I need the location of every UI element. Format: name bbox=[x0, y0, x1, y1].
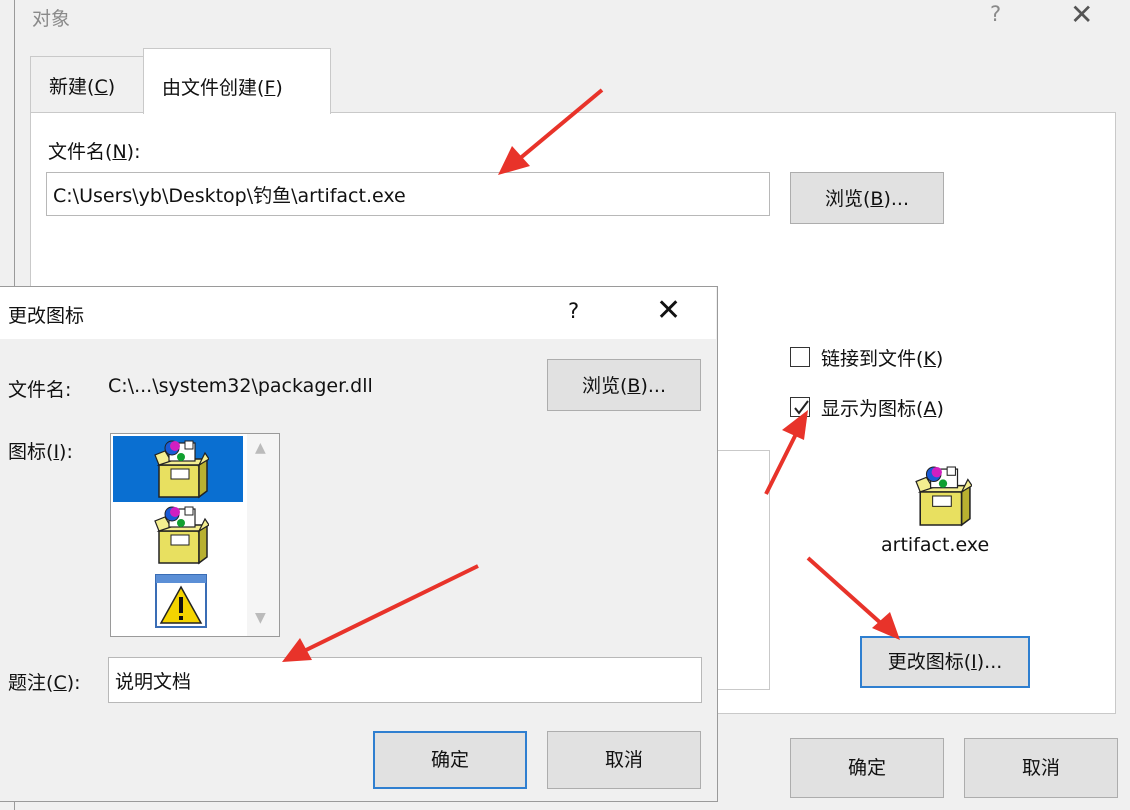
icon-label-text: 图标 bbox=[8, 441, 47, 463]
display-as-icon-label[interactable]: 显示为图标(A) bbox=[821, 394, 944, 421]
icon-caption: artifact.exe bbox=[881, 534, 990, 556]
cancel-button[interactable]: 取消 bbox=[964, 738, 1118, 798]
help-button[interactable]: ? bbox=[990, 2, 1001, 26]
browse-button[interactable]: 浏览(B)... bbox=[790, 172, 944, 224]
scroll-down-icon[interactable]: ▼ bbox=[255, 610, 266, 626]
package-icon bbox=[153, 505, 209, 565]
filename-label: 文件名: bbox=[8, 379, 72, 401]
browse-button[interactable]: 浏览(B)... bbox=[547, 359, 701, 411]
icon-option[interactable] bbox=[113, 568, 243, 634]
warning-icon bbox=[153, 571, 209, 631]
ok-button[interactable]: 确定 bbox=[373, 731, 527, 789]
icon-accelerator: I bbox=[53, 441, 60, 463]
icon-option-selected[interactable] bbox=[113, 436, 243, 502]
filename-accelerator: N bbox=[112, 141, 127, 163]
browse-accelerator: B bbox=[627, 375, 641, 397]
browse-label: 浏览 bbox=[824, 188, 863, 210]
display-as-icon-accelerator: A bbox=[923, 398, 937, 420]
dialog-title: 对象 bbox=[32, 8, 71, 30]
tab-label: 由文件创建 bbox=[162, 77, 258, 99]
package-icon bbox=[153, 439, 209, 499]
change-icon-label: 更改图标 bbox=[887, 651, 964, 673]
scrollbar[interactable]: ▲ ▼ bbox=[247, 434, 279, 636]
dialog-title: 更改图标 bbox=[8, 305, 85, 327]
caption-input[interactable]: 说明文档 bbox=[108, 657, 702, 703]
change-icon-button[interactable]: 更改图标(I)... bbox=[860, 636, 1030, 688]
icon-option[interactable] bbox=[113, 502, 243, 568]
icon-list-label: 图标(I): bbox=[8, 441, 73, 463]
display-as-icon-text: 显示为图标 bbox=[821, 398, 917, 420]
icon-list[interactable]: ▲ ▼ bbox=[110, 433, 280, 637]
browse-label: 浏览 bbox=[581, 375, 620, 397]
package-icon bbox=[914, 462, 972, 530]
tab-accelerator: F bbox=[264, 77, 276, 99]
caption-label-text: 题注 bbox=[8, 672, 47, 694]
tab-label: 新建 bbox=[49, 76, 88, 98]
link-accelerator: K bbox=[923, 348, 936, 370]
title-bar bbox=[0, 287, 716, 339]
tab-accelerator: C bbox=[94, 76, 108, 98]
browse-accelerator: B bbox=[870, 188, 884, 210]
filename-input[interactable]: C:\Users\yb\Desktop\钓鱼\artifact.exe bbox=[46, 172, 770, 216]
filename-label: 文件名(N): bbox=[48, 141, 141, 163]
change-icon-dialog: 更改图标 ? ✕ 文件名: C:\...\system32\packager.d… bbox=[0, 286, 718, 802]
display-as-icon-checkbox[interactable] bbox=[790, 397, 810, 417]
close-icon[interactable]: ✕ bbox=[1070, 0, 1093, 31]
link-label-text: 链接到文件 bbox=[821, 348, 917, 370]
ok-button[interactable]: 确定 bbox=[790, 738, 944, 798]
checkmark-icon bbox=[794, 400, 809, 415]
caption-accelerator: C bbox=[53, 672, 67, 694]
filename-label-text: 文件名 bbox=[48, 141, 106, 163]
caption-label: 题注(C): bbox=[8, 672, 81, 694]
link-to-file-checkbox[interactable] bbox=[790, 347, 810, 367]
tab-create-new[interactable]: 新建(C) bbox=[30, 56, 144, 112]
close-icon[interactable]: ✕ bbox=[656, 293, 681, 328]
tab-create-from-file[interactable]: 由文件创建(F) bbox=[143, 48, 331, 114]
filename-value: C:\...\system32\packager.dll bbox=[108, 375, 373, 397]
link-to-file-label[interactable]: 链接到文件(K) bbox=[821, 344, 943, 371]
help-button[interactable]: ? bbox=[568, 299, 579, 323]
change-icon-accelerator: I bbox=[971, 651, 977, 673]
cancel-button[interactable]: 取消 bbox=[547, 731, 701, 789]
scroll-up-icon[interactable]: ▲ bbox=[255, 440, 266, 456]
